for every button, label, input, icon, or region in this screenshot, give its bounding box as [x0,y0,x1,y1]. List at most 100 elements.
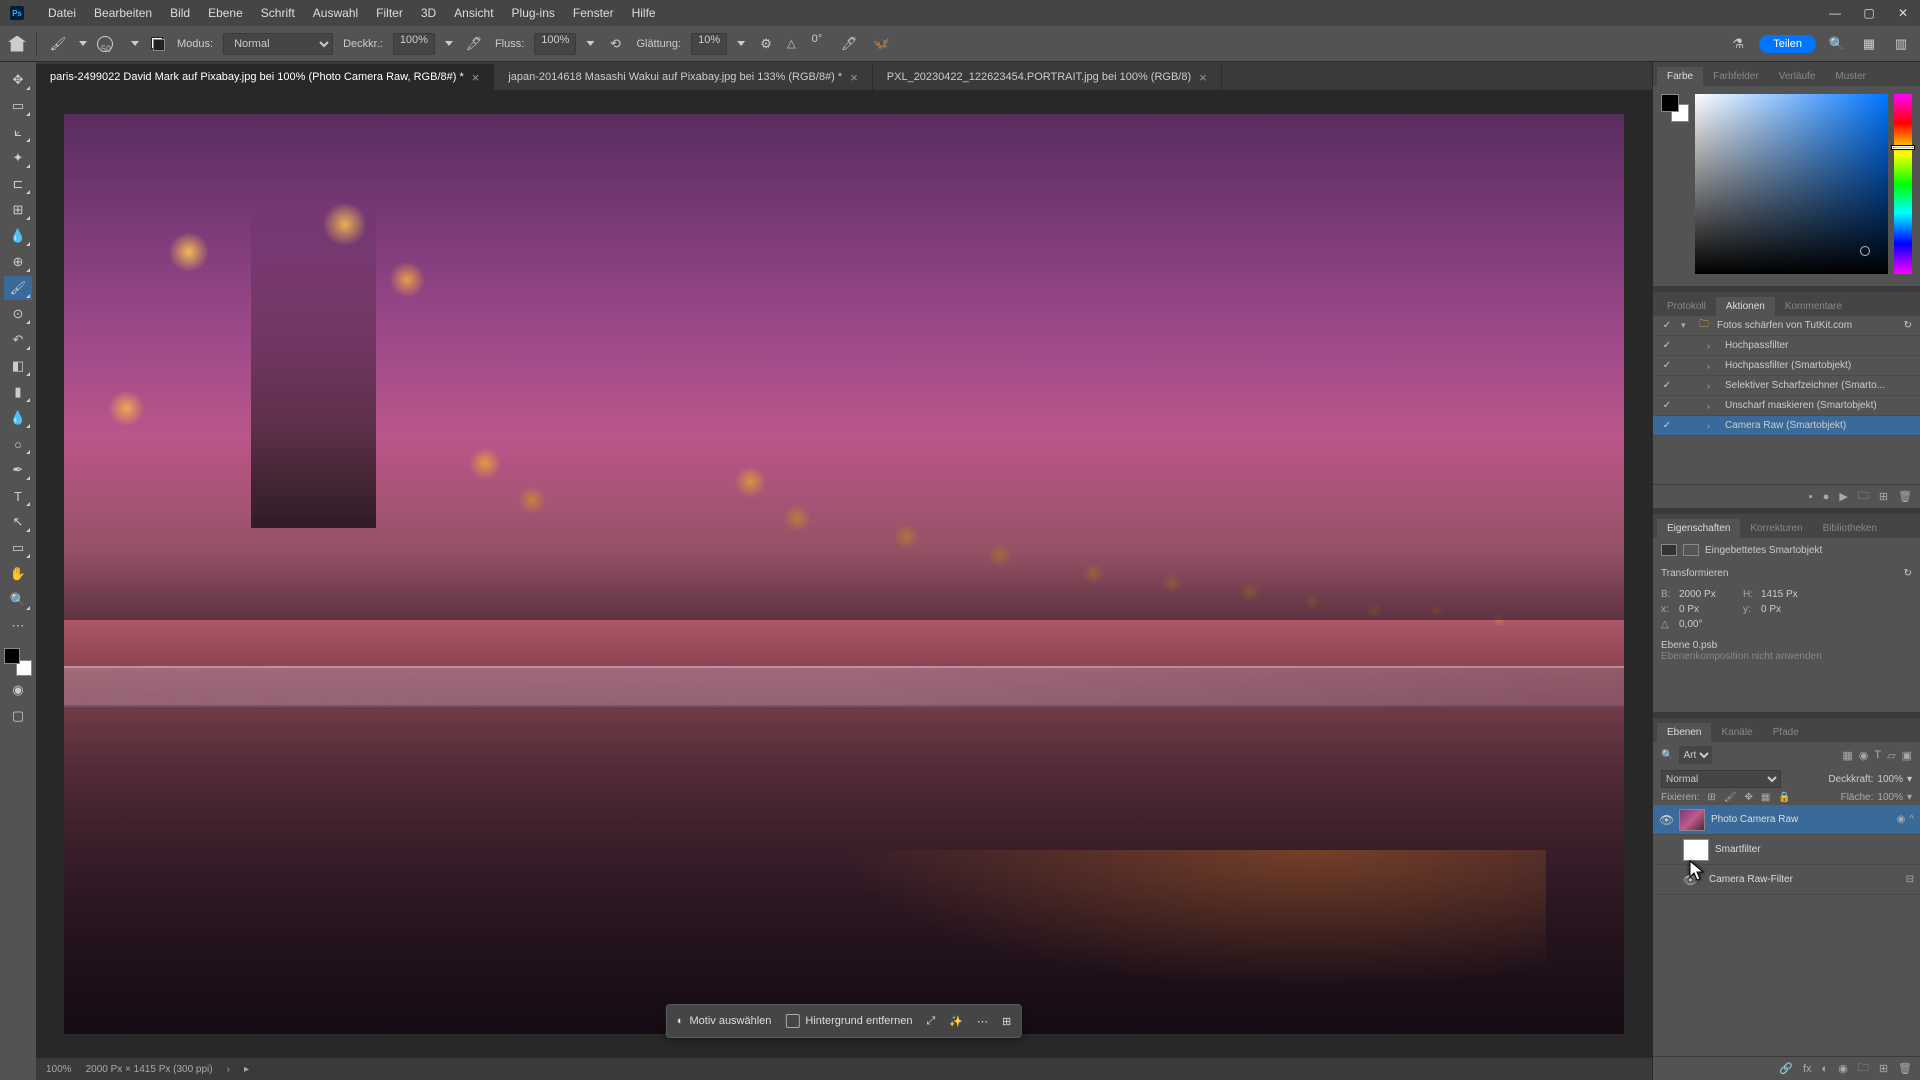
action-item[interactable]: ✓›Hochpassfilter [1653,336,1920,356]
filter-pixel-icon[interactable]: ▦ [1842,749,1852,762]
lasso-tool[interactable]: ⟀ [4,120,32,144]
opacity-dd-icon[interactable]: ▾ [1907,774,1912,785]
stamp-tool[interactable]: ⊙ [4,302,32,326]
maximize-icon[interactable]: ▢ [1862,6,1876,20]
layer-smartfilter[interactable]: Smartfilter [1653,835,1920,865]
tab-japan[interactable]: japan-2014618 Masashi Wakui auf Pixabay.… [494,64,872,90]
tab-close-icon[interactable]: × [472,70,480,85]
menu-3d[interactable]: 3D [421,6,436,20]
action-item[interactable]: ✓›Selektiver Scharfzeichner (Smarto... [1653,376,1920,396]
layer-filter-select[interactable]: Art [1679,746,1712,764]
flow-dropdown-icon[interactable] [586,41,594,46]
gradient-tool[interactable]: ▮ [4,380,32,404]
status-caret-icon[interactable]: › [227,1064,230,1075]
y-field[interactable] [1761,604,1811,615]
filter-mask-thumb[interactable] [1683,839,1709,861]
history-brush-tool[interactable]: ↶ [4,328,32,352]
color-swatches[interactable] [4,648,32,676]
layer-photo-camera-raw[interactable]: 👁 Photo Camera Raw ◉^ [1653,805,1920,835]
fx-icon[interactable]: fx [1803,1063,1812,1075]
move-tool[interactable]: ✥ [4,68,32,92]
frame-tool[interactable]: ⊞ [4,198,32,222]
x-field[interactable] [1679,604,1729,615]
menu-select[interactable]: Auswahl [313,6,358,20]
zoom-level[interactable]: 100% [46,1064,72,1075]
search-icon[interactable]: 🔍 [1826,33,1848,55]
tab-gradients[interactable]: Verläufe [1769,67,1826,86]
transform-icon[interactable]: ⤢ [926,1015,935,1028]
menu-view[interactable]: Ansicht [454,6,493,20]
visibility-icon[interactable]: 👁 [1659,813,1673,827]
tablet-pressure-icon[interactable]: 🖊 [838,33,860,55]
path-tool[interactable]: ↖ [4,510,32,534]
hue-slider[interactable] [1894,94,1912,274]
tab-comments[interactable]: Kommentare [1775,297,1852,316]
tab-swatches[interactable]: Farbfelder [1703,67,1769,86]
status-arrow-icon[interactable]: ▸ [244,1064,249,1075]
menu-window[interactable]: Fenster [573,6,614,20]
blur-tool[interactable]: 💧 [4,406,32,430]
more-tools[interactable]: ⋯ [4,614,32,638]
zoom-tool[interactable]: 🔍 [4,588,32,612]
action-item[interactable]: ✓›Hochpassfilter (Smartobjekt) [1653,356,1920,376]
remove-bg-button[interactable]: Hintergrund entfernen [785,1014,912,1028]
action-folder[interactable]: ✓▾🗀Fotos schärfen von TutKit.com↻ [1653,316,1920,336]
visibility-icon[interactable]: 👁 [1683,873,1697,887]
group-icon[interactable]: 🗀 [1858,1059,1869,1078]
adjustment-icon[interactable]: ◉ [1838,1062,1848,1075]
height-field[interactable] [1761,589,1811,600]
lock-position-icon[interactable]: ✥ [1744,792,1752,803]
color-fg-bg[interactable] [1661,94,1689,122]
menu-plugins[interactable]: Plug-ins [512,6,555,20]
tab-patterns[interactable]: Muster [1825,67,1876,86]
brush-dropdown-icon[interactable] [131,41,139,46]
ai-icon[interactable]: ✨ [949,1015,963,1028]
tab-actions[interactable]: Aktionen [1716,297,1775,316]
properties-icon[interactable]: ⊞ [1002,1015,1011,1028]
reset-icon[interactable]: ↻ [1904,568,1912,579]
filter-smart-icon[interactable]: ▣ [1902,749,1912,762]
blend-mode-select[interactable]: Normal [1661,770,1781,788]
menu-image[interactable]: Bild [170,6,190,20]
home-icon[interactable] [8,36,26,52]
blend-options-icon[interactable]: ⊟ [1906,874,1914,885]
opacity-value[interactable]: 100% [393,33,435,55]
tab-close-icon[interactable]: × [850,70,858,85]
type-tool[interactable]: T [4,484,32,508]
filter-shape-icon[interactable]: ▱ [1887,749,1895,762]
layer-fill[interactable]: 100% [1877,792,1903,803]
tab-pxl[interactable]: PXL_20230422_122623454.PORTRAIT.jpg bei … [873,64,1222,90]
smooth-value[interactable]: 10% [691,33,727,55]
smooth-options-icon[interactable]: ⚙ [755,33,777,55]
tab-layers[interactable]: Ebenen [1657,723,1711,742]
tab-libraries[interactable]: Bibliotheken [1813,519,1887,538]
reset-icon[interactable]: ↻ [1904,320,1912,331]
tool-dropdown-icon[interactable] [79,41,87,46]
mask-icon[interactable]: ◐ [1822,1063,1829,1075]
tab-paris[interactable]: paris-2499022 David Mark auf Pixabay.jpg… [36,64,494,90]
smooth-dropdown-icon[interactable] [737,41,745,46]
menu-file[interactable]: Datei [48,6,76,20]
flow-value[interactable]: 100% [534,33,576,55]
lock-nesting-icon[interactable]: ▦ [1761,792,1770,803]
lock-all-icon[interactable]: 🔒 [1778,792,1790,803]
eraser-tool[interactable]: ◧ [4,354,32,378]
crop-tool[interactable]: ⊏ [4,172,32,196]
angle-value[interactable]: 0° [806,33,829,55]
action-item-selected[interactable]: ✓›Camera Raw (Smartobjekt) [1653,416,1920,436]
quick-mask-icon[interactable]: ◉ [4,678,32,702]
tab-properties[interactable]: Eigenschaften [1657,519,1740,538]
more-icon[interactable]: ⋯ [977,1015,988,1028]
screen-mode-icon[interactable]: ▢ [4,704,32,728]
hand-tool[interactable]: ✋ [4,562,32,586]
eyedropper-tool[interactable]: 💧 [4,224,32,248]
beaker-icon[interactable]: ⚗ [1727,33,1749,55]
close-icon[interactable]: ✕ [1896,6,1910,20]
blend-mode-select[interactable]: Normal [223,33,333,55]
dodge-tool[interactable]: ○ [4,432,32,456]
fill-dd-icon[interactable]: ▾ [1907,792,1912,803]
pen-tool[interactable]: ✒ [4,458,32,482]
color-picker-field[interactable] [1695,94,1888,274]
delete-icon[interactable]: 🗑 [1898,1062,1912,1075]
shape-tool[interactable]: ▭ [4,536,32,560]
